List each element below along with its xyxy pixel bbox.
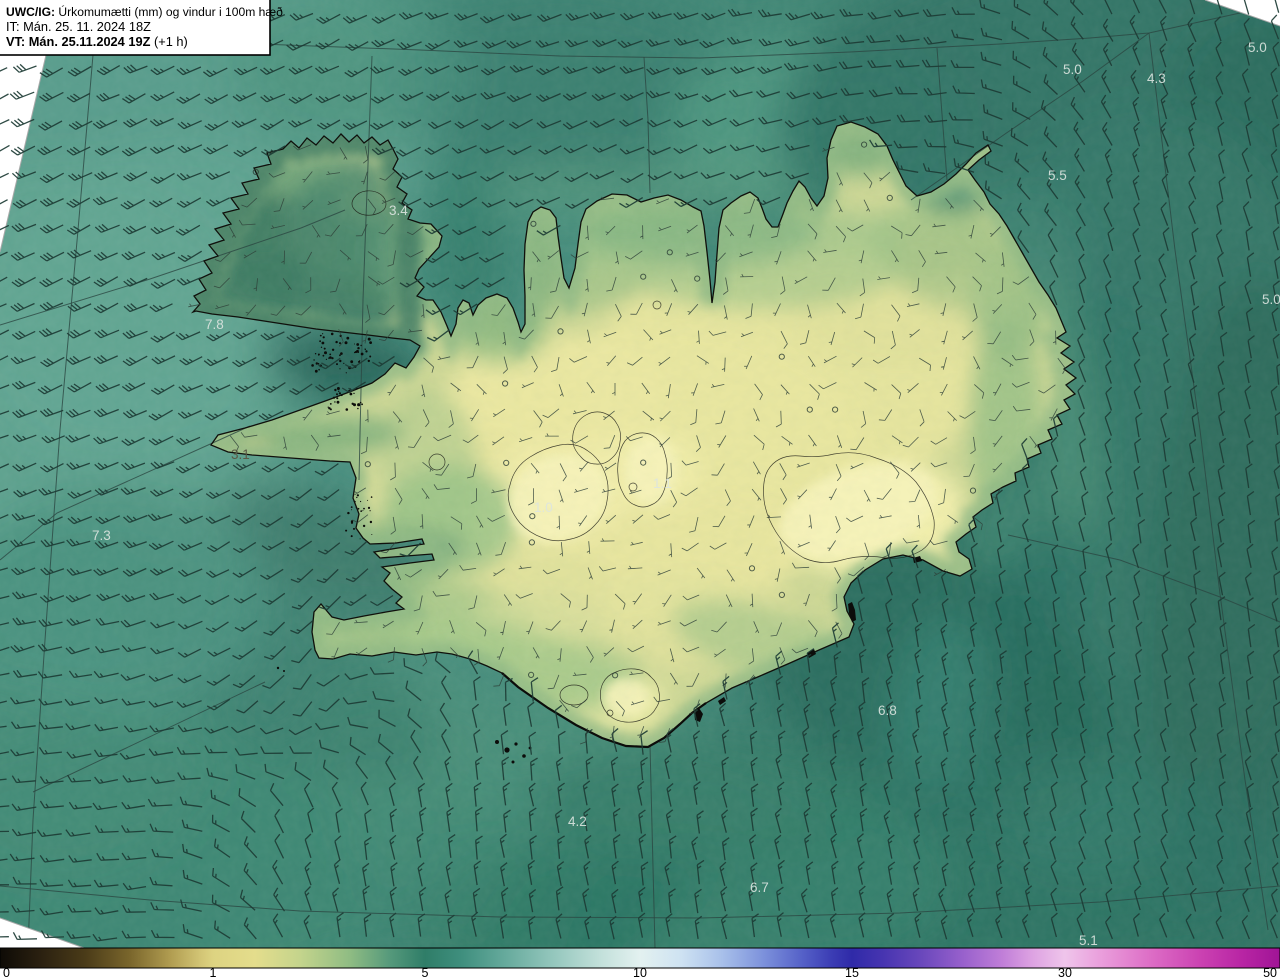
svg-text:5.1: 5.1 — [1079, 933, 1098, 948]
svg-text:50: 50 — [1263, 966, 1277, 978]
svg-text:5.0: 5.0 — [1248, 40, 1267, 55]
svg-text:15: 15 — [845, 966, 859, 978]
svg-text:10: 10 — [633, 966, 647, 978]
svg-text:7.8: 7.8 — [205, 317, 224, 332]
svg-text:VT: Mán. 25.11.2024 19Z (+1 h): VT: Mán. 25.11.2024 19Z (+1 h) — [6, 34, 188, 49]
svg-text:5.0: 5.0 — [1262, 292, 1280, 307]
svg-text:IT: Mán. 25. 11. 2024 18Z: IT: Mán. 25. 11. 2024 18Z — [6, 19, 151, 34]
svg-text:4.2: 4.2 — [568, 814, 587, 829]
svg-text:UWC/IG: Úrkomumætti (mm) og vi: UWC/IG: Úrkomumætti (mm) og vindur i 100… — [6, 4, 283, 19]
svg-text:4.3: 4.3 — [1147, 71, 1166, 86]
svg-text:7.3: 7.3 — [92, 528, 111, 543]
svg-text:1.0: 1.0 — [534, 500, 553, 515]
svg-text:6.7: 6.7 — [750, 880, 769, 895]
svg-text:5.0: 5.0 — [1063, 62, 1082, 77]
svg-text:0: 0 — [3, 966, 10, 978]
svg-text:3.1: 3.1 — [231, 447, 250, 462]
svg-text:1: 1 — [210, 966, 217, 978]
svg-text:5.5: 5.5 — [1048, 168, 1067, 183]
svg-text:30: 30 — [1058, 966, 1072, 978]
svg-text:3.4: 3.4 — [389, 203, 408, 218]
svg-text:1.1: 1.1 — [653, 476, 672, 491]
svg-text:5: 5 — [422, 966, 429, 978]
svg-text:6.8: 6.8 — [878, 703, 897, 718]
